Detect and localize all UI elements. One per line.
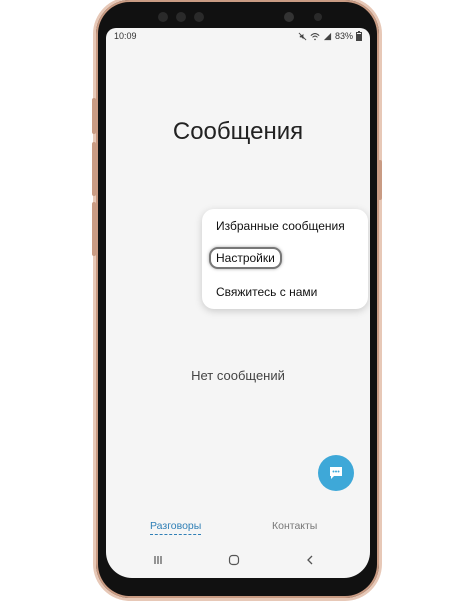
menu-item-settings[interactable]: Настройки — [209, 247, 282, 269]
side-button-left-2 — [92, 142, 96, 196]
side-button-left-1 — [92, 98, 96, 134]
menu-item-favorites[interactable]: Избранные сообщения — [216, 219, 345, 233]
compose-button[interactable] — [318, 455, 354, 491]
signal-icon — [323, 32, 332, 40]
empty-state-text: Нет сообщений — [191, 368, 285, 383]
tab-conversations[interactable]: Разговоры — [150, 520, 202, 535]
bottom-tabs: Разговоры Контакты — [106, 520, 370, 540]
page-title: Сообщения — [172, 118, 304, 145]
side-button-right — [378, 160, 382, 200]
recent-apps-icon[interactable] — [152, 554, 164, 566]
battery-icon — [356, 31, 362, 41]
front-sensor-icon — [176, 12, 186, 22]
front-camera-icon — [284, 12, 294, 22]
status-icons: 83% — [298, 31, 362, 41]
wifi-icon — [310, 32, 320, 40]
mute-icon — [298, 32, 307, 40]
front-sensor-icon — [158, 12, 168, 22]
battery-percent: 83% — [334, 31, 353, 41]
front-sensor-icon — [314, 13, 322, 21]
overflow-menu: Избранные сообщения Настройки Свяжитесь … — [202, 209, 368, 309]
status-bar: 10:09 83% — [106, 28, 370, 44]
front-sensor-icon — [194, 12, 204, 22]
tab-contacts[interactable]: Контакты — [272, 520, 317, 532]
side-button-left-3 — [92, 202, 96, 256]
chat-bubble-icon — [330, 467, 342, 479]
home-icon[interactable] — [228, 554, 240, 566]
navigation-bar — [106, 552, 370, 572]
status-time: 10:09 — [114, 31, 137, 41]
back-icon[interactable] — [304, 554, 316, 566]
screen: 10:09 83% Сообщения Избранные сообщения … — [106, 28, 370, 578]
menu-item-contact-us[interactable]: Свяжитесь с нами — [216, 285, 317, 299]
